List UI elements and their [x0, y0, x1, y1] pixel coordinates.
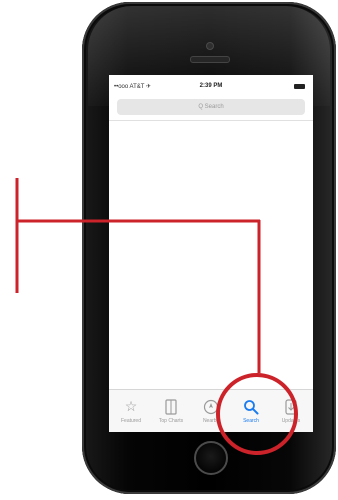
battery-icon — [294, 84, 305, 89]
phone-screen: ••ooo AT&T ✈ 2:39 PM Q Search ☆ Featured… — [109, 75, 313, 432]
tab-top-charts[interactable]: Top Charts — [151, 390, 191, 432]
search-input[interactable]: Q Search — [117, 99, 305, 115]
tab-label: Featured — [120, 418, 141, 424]
tab-featured[interactable]: ☆ Featured — [111, 390, 151, 432]
search-icon — [231, 397, 271, 415]
tab-bar: ☆ Featured Top Charts Nearby Search Upda… — [109, 389, 313, 432]
star-icon: ☆ — [124, 398, 138, 414]
earpiece-speaker — [190, 56, 230, 63]
download-icon — [271, 397, 311, 415]
tab-label: Updates — [281, 418, 301, 424]
tab-label: Nearby — [202, 418, 220, 424]
search-placeholder: Q Search — [198, 104, 224, 110]
tab-updates[interactable]: Updates — [271, 390, 311, 432]
list-icon — [151, 397, 191, 415]
divider — [109, 120, 313, 121]
tab-label: Search — [243, 418, 259, 424]
tab-label: Top Charts — [158, 418, 184, 424]
compass-icon — [191, 397, 231, 415]
status-bar: ••ooo AT&T ✈ 2:39 PM — [109, 75, 313, 97]
clock: 2:39 PM — [199, 83, 223, 89]
front-camera — [206, 42, 214, 50]
tab-search[interactable]: Search — [231, 390, 271, 432]
tab-nearby[interactable]: Nearby — [191, 390, 231, 432]
home-button[interactable] — [194, 441, 228, 475]
tutorial-illustration: ••ooo AT&T ✈ 2:39 PM Q Search ☆ Featured… — [0, 0, 338, 500]
